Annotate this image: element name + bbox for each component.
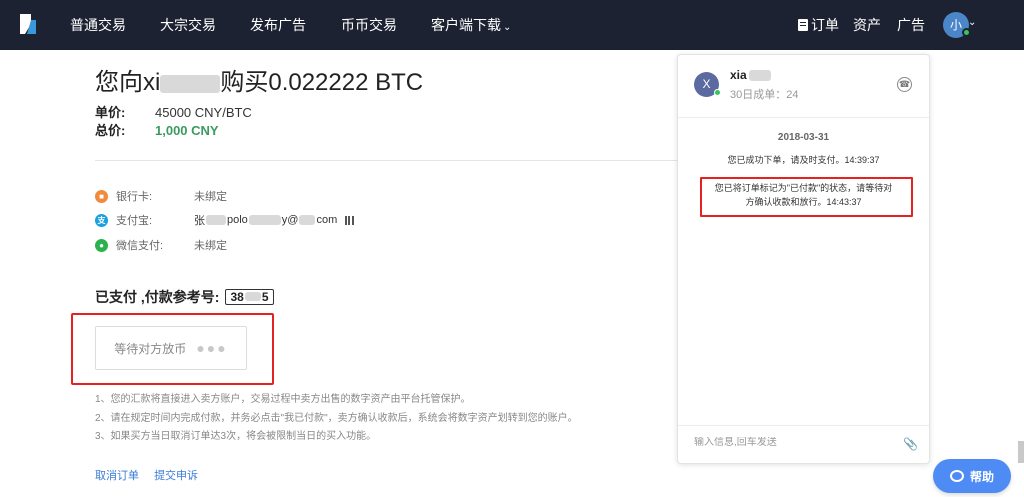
total-price-row: 总价: 1,000 CNY [95, 120, 219, 139]
chat-message: 您已成功下单，请及时支付。14:39:37 [727, 155, 880, 165]
payment-label: 支付宝: [116, 215, 153, 227]
qr-code-icon[interactable] [345, 215, 355, 225]
nav-orders-label: 订单 [811, 17, 839, 33]
chevron-down-icon: ⌄ [503, 22, 512, 33]
redacted [748, 70, 771, 82]
help-button[interactable]: 帮助 [933, 459, 1011, 493]
top-nav: 普通交易 大宗交易 发布广告 币币交易 客户端下载 ⌄ 订单 资产 广告 小 ⌄ [0, 0, 1024, 50]
payment-label: 微信支付: [116, 240, 164, 252]
reference-suffix: 5 [261, 290, 269, 304]
unit-price-row: 单价: 45000 CNY/BTC [95, 102, 252, 121]
nav-block-trade[interactable]: 大宗交易 [160, 0, 216, 50]
alipay-account-prefix: 张 [194, 215, 205, 227]
payment-method-wechat: ● 微信支付: 未绑定 [95, 237, 227, 253]
chat-input[interactable] [694, 437, 894, 448]
online-status-dot [714, 89, 721, 96]
cancel-order-link[interactable]: 取消订单 [95, 470, 139, 482]
chat-header: X xia 30日成单：24 ☎ [678, 55, 929, 118]
logo-icon[interactable] [17, 10, 39, 38]
unit-price-value: 45000 CNY/BTC [155, 105, 252, 120]
reference-prefix: 38 [230, 290, 244, 304]
counterparty-orders: 30日成单：24 [730, 89, 799, 101]
counterparty-name: xia [730, 68, 771, 82]
order-icon [798, 19, 808, 31]
bank-card-icon: ■ [95, 189, 108, 203]
notes: 1、您的汇款将直接进入卖方账户，交易过程中卖方出售的数字资产由平台托管保护。 2… [95, 391, 578, 447]
loading-dots-icon: ●●● [196, 340, 228, 356]
online-status-dot [962, 28, 971, 37]
payment-value: 未绑定 [194, 240, 227, 252]
paid-label: 已支付 ,付款参考号: [95, 289, 220, 305]
nav-orders[interactable]: 订单 [798, 0, 839, 50]
note-item: 3、如果买方当日取消订单达3次，将会被限制当日的买入功能。 [95, 431, 377, 442]
order-title-prefix: 您向xi [95, 69, 161, 96]
order-actions: 取消订单 提交申诉 [95, 467, 210, 483]
submit-appeal-link[interactable]: 提交申诉 [154, 470, 198, 482]
nav-post-ad[interactable]: 发布广告 [250, 0, 306, 50]
phone-icon[interactable]: ☎ [897, 77, 912, 92]
unit-price-label: 单价: [95, 105, 126, 120]
total-price-value: 1,000 CNY [155, 123, 219, 138]
nav-client-download-label: 客户端下载 [431, 17, 501, 33]
help-label: 帮助 [969, 469, 994, 484]
payment-label: 银行卡: [116, 191, 153, 203]
nav-coin-trade[interactable]: 币币交易 [341, 0, 397, 50]
note-item: 2、请在规定时间内完成付款，并务必点击"我已付款"，卖方确认收款后，系统会将数字… [95, 412, 578, 424]
chat-footer: 📎 [678, 425, 929, 464]
redacted-name [160, 74, 221, 93]
wechat-icon: ● [95, 238, 108, 252]
order-title: 您向xi 购买0.022222 BTC [95, 62, 423, 97]
nav-normal-trade[interactable]: 普通交易 [70, 0, 126, 50]
chat-message-line: 方确认收款和放行。14:43:37 [745, 197, 862, 207]
reference-number: 38 5 [225, 289, 274, 305]
payment-method-bank: ■ 银行卡: 未绑定 [95, 188, 227, 204]
redacted [206, 215, 226, 225]
order-title-suffix: 购买0.022222 BTC [220, 69, 424, 96]
alipay-icon: 支 [95, 213, 108, 227]
counterparty-name-text: xia [730, 68, 747, 82]
alipay-account-suffix: y@ [281, 214, 299, 226]
alipay-account-end: com [316, 214, 338, 226]
redacted [299, 215, 316, 225]
paid-reference: 已支付 ,付款参考号: 38 5 [95, 287, 274, 307]
redacted [248, 215, 281, 225]
redacted [244, 292, 261, 301]
chat-message-line: 您已将订单标记为"已付款"的状态，请等待对 [714, 183, 893, 193]
nav-assets[interactable]: 资产 [853, 0, 881, 50]
nav-ads[interactable]: 广告 [897, 0, 925, 50]
total-price-label: 总价: [95, 123, 126, 138]
chat-date: 2018-03-31 [777, 132, 830, 143]
chat-bubble-icon [949, 470, 964, 482]
note-item: 1、您的汇款将直接进入卖方账户，交易过程中卖方出售的数字资产由平台托管保护。 [95, 394, 471, 405]
chat-panel: X xia 30日成单：24 ☎ 2018-03-31 您已成功下单，请及时支付… [677, 54, 930, 464]
scrollbar[interactable] [1018, 441, 1024, 463]
attachment-icon[interactable]: 📎 [903, 437, 918, 451]
waiting-release-label: 等待对方放币 [114, 341, 187, 356]
divider [95, 160, 677, 161]
waiting-release-button: 等待对方放币 ●●● [95, 326, 247, 370]
payment-method-alipay: 支 支付宝: 张 polo y@ com [95, 212, 355, 228]
nav-client-download[interactable]: 客户端下载 ⌄ [431, 0, 511, 50]
payment-value: 未绑定 [194, 191, 227, 203]
chevron-down-icon[interactable]: ⌄ [968, 17, 976, 28]
alipay-account-middle: polo [227, 214, 248, 226]
